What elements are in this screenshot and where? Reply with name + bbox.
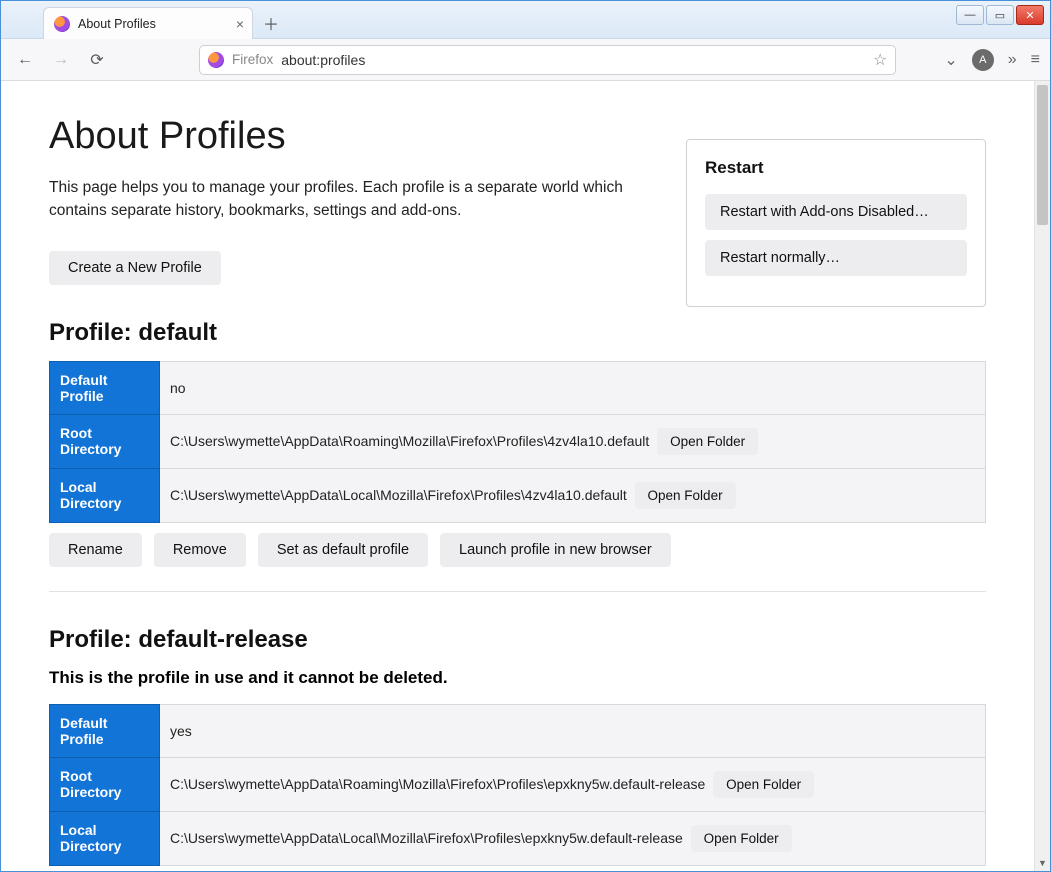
default-profile-label: Default Profile (50, 361, 160, 414)
table-row: Root Directory C:\Users\wymette\AppData\… (50, 414, 986, 468)
forward-button[interactable]: → (47, 46, 75, 74)
profile-table: Default Profile no Root Directory C:\Use… (49, 361, 986, 523)
account-avatar-icon[interactable]: A (972, 49, 994, 71)
firefox-icon (54, 16, 70, 32)
remove-button[interactable]: Remove (154, 533, 246, 567)
open-folder-button[interactable]: Open Folder (635, 482, 736, 509)
restart-panel: Restart Restart with Add-ons Disabled… R… (686, 139, 986, 307)
separator (49, 591, 986, 592)
page-intro: This page helps you to manage your profi… (49, 176, 629, 223)
tab-title: About Profiles (78, 17, 156, 31)
pocket-icon[interactable]: ⌄ (944, 50, 957, 70)
restart-addons-disabled-button[interactable]: Restart with Add-ons Disabled… (705, 194, 967, 230)
url-bar[interactable]: Firefox about:profiles ☆ (199, 45, 896, 75)
minimize-button[interactable]: — (956, 5, 984, 25)
new-tab-button[interactable]: ＋ (259, 11, 283, 35)
local-directory-cell: C:\Users\wymette\AppData\Local\Mozilla\F… (160, 811, 986, 865)
local-directory-value: C:\Users\wymette\AppData\Local\Mozilla\F… (170, 830, 683, 846)
firefox-icon (208, 52, 224, 68)
titlebar: About Profiles × ＋ — ▭ ✕ (1, 1, 1050, 39)
scroll-down-icon[interactable]: ▼ (1035, 855, 1050, 871)
table-row: Default Profile yes (50, 704, 986, 757)
profile-actions: Rename Remove Set as default profile Lau… (49, 533, 986, 567)
profile-heading: Profile: default (49, 319, 986, 347)
local-directory-label: Local Directory (50, 811, 160, 865)
profile-heading: Profile: default-release (49, 626, 986, 654)
scrollbar[interactable]: ▲ ▼ (1034, 81, 1050, 871)
maximize-button[interactable]: ▭ (986, 5, 1014, 25)
browser-window: About Profiles × ＋ — ▭ ✕ ← → ⟳ Firefox a… (1, 1, 1050, 871)
urlbar-brand: Firefox (232, 52, 273, 67)
open-folder-button[interactable]: Open Folder (657, 428, 758, 455)
browser-tab[interactable]: About Profiles × (43, 7, 253, 39)
root-directory-cell: C:\Users\wymette\AppData\Roaming\Mozilla… (160, 414, 986, 468)
root-directory-label: Root Directory (50, 757, 160, 811)
table-row: Local Directory C:\Users\wymette\AppData… (50, 811, 986, 865)
set-default-button[interactable]: Set as default profile (258, 533, 428, 567)
default-profile-value: yes (160, 704, 986, 757)
local-directory-label: Local Directory (50, 468, 160, 522)
in-use-note: This is the profile in use and it cannot… (49, 668, 986, 688)
default-profile-label: Default Profile (50, 704, 160, 757)
local-directory-value: C:\Users\wymette\AppData\Local\Mozilla\F… (170, 487, 627, 503)
close-tab-icon[interactable]: × (236, 16, 244, 32)
table-row: Default Profile no (50, 361, 986, 414)
open-folder-button[interactable]: Open Folder (691, 825, 792, 852)
close-window-button[interactable]: ✕ (1016, 5, 1044, 25)
default-profile-value: no (160, 361, 986, 414)
content-area: About Profiles This page helps you to ma… (1, 81, 1050, 871)
reload-button[interactable]: ⟳ (83, 46, 111, 74)
scrollbar-thumb[interactable] (1037, 85, 1048, 225)
menu-icon[interactable]: ≡ (1031, 51, 1040, 69)
window-controls: — ▭ ✕ (956, 5, 1044, 25)
create-profile-button[interactable]: Create a New Profile (49, 251, 221, 285)
bookmark-star-icon[interactable]: ☆ (873, 50, 887, 70)
back-button[interactable]: ← (11, 46, 39, 74)
local-directory-cell: C:\Users\wymette\AppData\Local\Mozilla\F… (160, 468, 986, 522)
page-body: About Profiles This page helps you to ma… (1, 81, 1034, 871)
toolbar-right: ⌄ A » ≡ (944, 49, 1040, 71)
root-directory-label: Root Directory (50, 414, 160, 468)
root-directory-value: C:\Users\wymette\AppData\Roaming\Mozilla… (170, 433, 649, 449)
table-row: Local Directory C:\Users\wymette\AppData… (50, 468, 986, 522)
rename-button[interactable]: Rename (49, 533, 142, 567)
root-directory-cell: C:\Users\wymette\AppData\Roaming\Mozilla… (160, 757, 986, 811)
open-folder-button[interactable]: Open Folder (713, 771, 814, 798)
urlbar-address: about:profiles (281, 52, 365, 68)
launch-profile-button[interactable]: Launch profile in new browser (440, 533, 671, 567)
table-row: Root Directory C:\Users\wymette\AppData\… (50, 757, 986, 811)
root-directory-value: C:\Users\wymette\AppData\Roaming\Mozilla… (170, 776, 705, 792)
nav-toolbar: ← → ⟳ Firefox about:profiles ☆ ⌄ A » ≡ (1, 39, 1050, 81)
overflow-icon[interactable]: » (1008, 51, 1017, 69)
restart-normally-button[interactable]: Restart normally… (705, 240, 967, 276)
profile-table: Default Profile yes Root Directory C:\Us… (49, 704, 986, 866)
restart-heading: Restart (705, 158, 967, 178)
